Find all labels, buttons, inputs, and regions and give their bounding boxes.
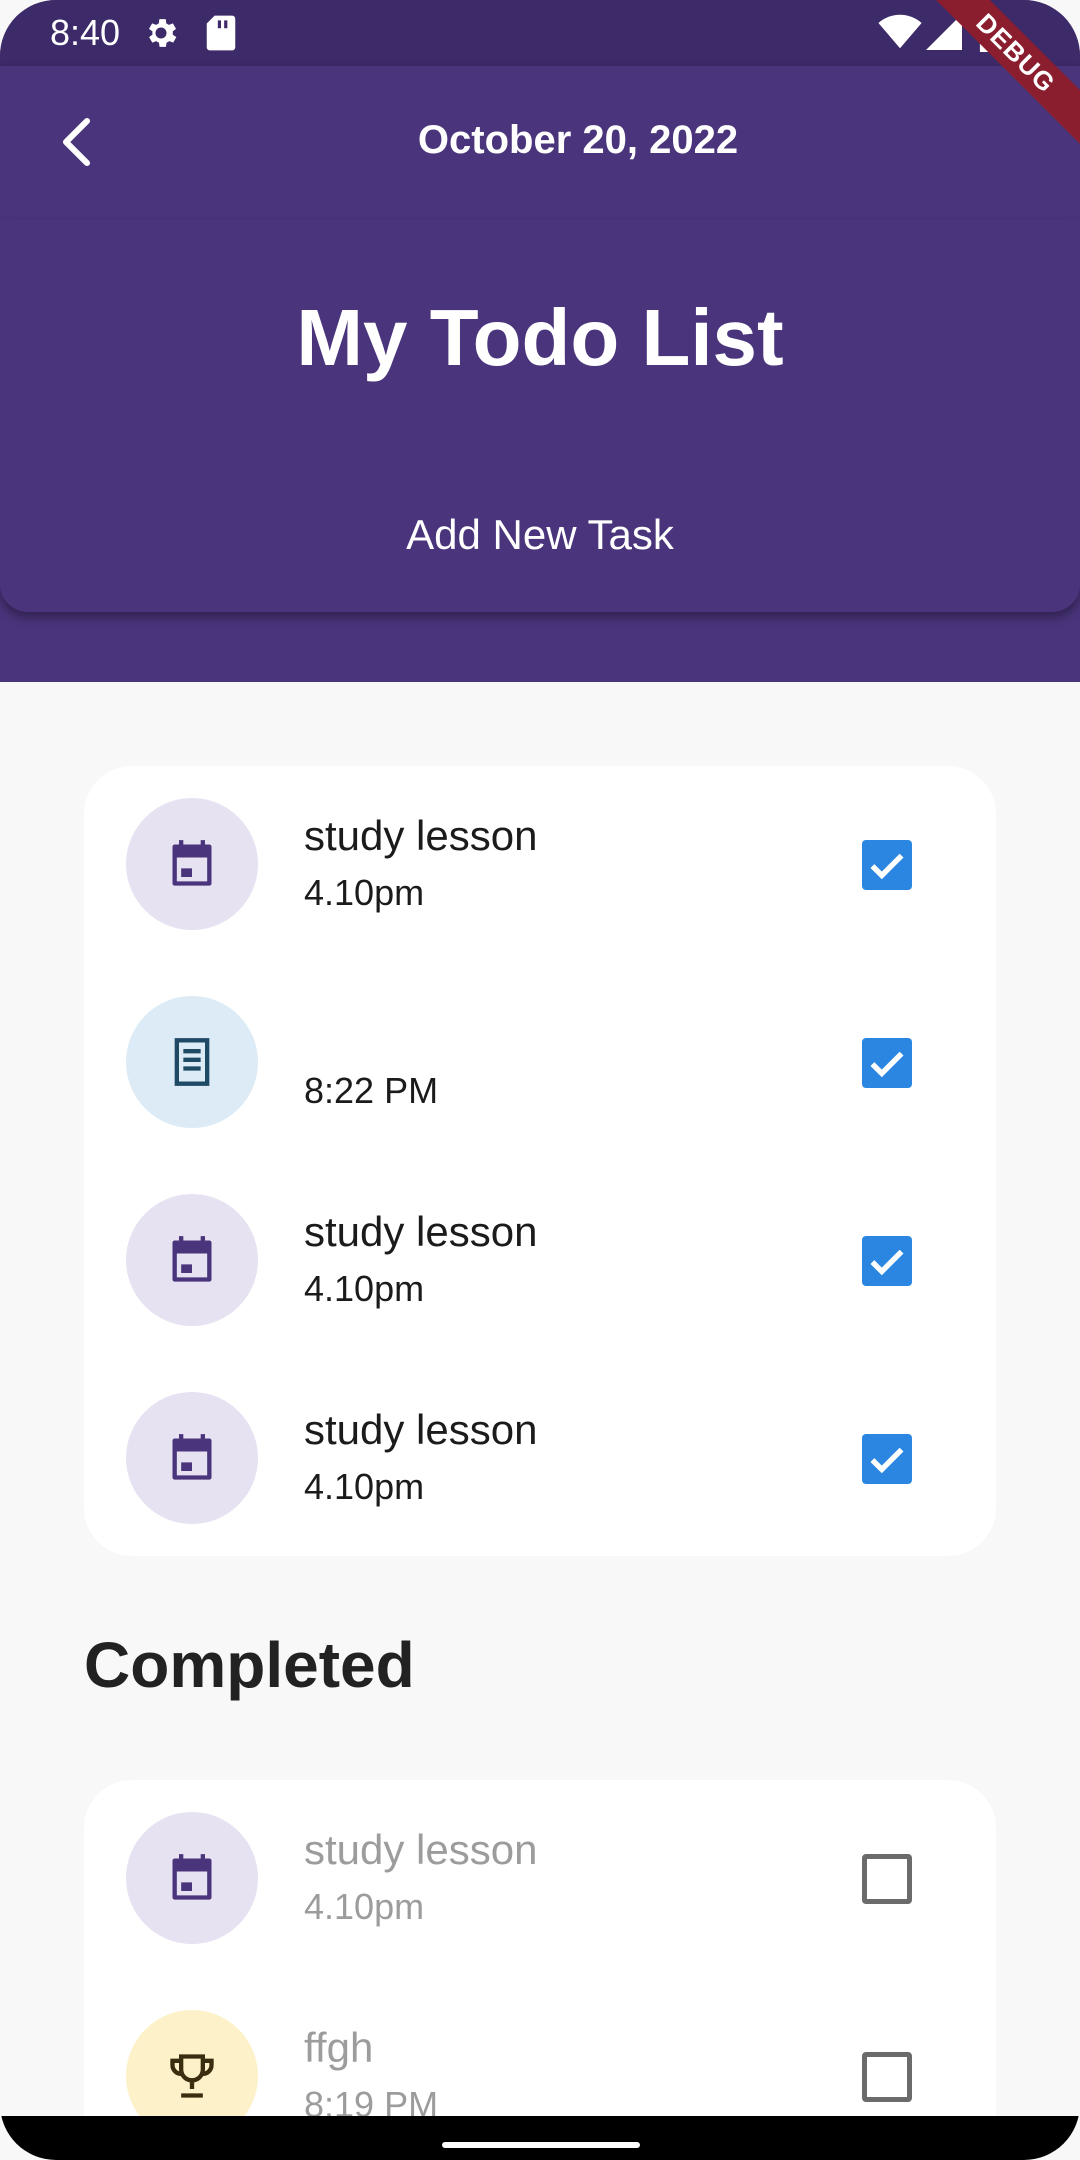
- calendar-icon: [172, 1236, 212, 1282]
- task-item[interactable]: study lesson 4.10pm: [84, 766, 996, 964]
- task-title: study lesson: [304, 1406, 538, 1453]
- checkmark-icon: [870, 853, 904, 880]
- task-checkbox[interactable]: [862, 1854, 912, 1904]
- task-item[interactable]: 8:22 PM: [84, 964, 996, 1162]
- task-title: study lesson: [304, 1208, 538, 1255]
- trophy-icon: [170, 2054, 214, 2098]
- task-category-avatar: [126, 1392, 258, 1524]
- task-category-avatar: [126, 1194, 258, 1326]
- calendar-icon: [172, 840, 212, 886]
- system-navigation-bar: [0, 2116, 1080, 2160]
- status-time: 8:40: [50, 12, 121, 53]
- task-checkbox[interactable]: [862, 2052, 912, 2102]
- app-bar: October 20, 2022: [0, 66, 1080, 220]
- selected-date[interactable]: October 20, 2022: [38, 118, 1080, 163]
- task-checkbox[interactable]: [862, 1434, 912, 1484]
- checkmark-icon: [870, 1447, 904, 1474]
- task-checkbox[interactable]: [862, 1038, 912, 1088]
- task-title: study lesson: [304, 812, 538, 859]
- sd-card-icon: [204, 14, 238, 57]
- task-list-card: study lesson 4.10pm 8:22 PM study lesson…: [84, 766, 996, 1556]
- checkmark-icon: [870, 1249, 904, 1276]
- completed-task-item[interactable]: study lesson 4.10pm: [84, 1780, 996, 1978]
- task-title: ffgh: [304, 2024, 374, 2071]
- wifi-icon: [878, 14, 922, 55]
- completed-list-card: study lesson 4.10pm ffgh 8:19 PM: [84, 1780, 996, 2160]
- task-category-avatar: [126, 996, 258, 1128]
- task-title: study lesson: [304, 1826, 538, 1873]
- completed-section-title: Completed: [84, 1629, 415, 1701]
- task-time: 4.10pm: [304, 1466, 425, 1507]
- task-item[interactable]: study lesson 4.10pm: [84, 1360, 996, 1558]
- status-bar: 8:40: [0, 0, 1080, 66]
- task-time: 4.10pm: [304, 1886, 425, 1927]
- task-checkbox[interactable]: [862, 1236, 912, 1286]
- notes-icon: [174, 1038, 210, 1086]
- page-title: My Todo List: [296, 293, 784, 382]
- header-card: My Todo List Add New Task: [0, 220, 1080, 612]
- task-time: 4.10pm: [304, 872, 425, 913]
- home-gesture-handle[interactable]: [442, 2142, 640, 2148]
- task-item[interactable]: study lesson 4.10pm: [84, 1162, 996, 1360]
- task-time: 4.10pm: [304, 1268, 425, 1309]
- settings-icon: [142, 14, 180, 57]
- task-checkbox[interactable]: [862, 840, 912, 890]
- app-screen: 8:40 October 20, 2022 DEBUG My Todo List…: [0, 0, 1080, 2160]
- add-new-task-button[interactable]: Add New Task: [340, 500, 740, 570]
- task-category-avatar: [126, 798, 258, 930]
- checkmark-icon: [870, 1051, 904, 1078]
- calendar-icon: [172, 1434, 212, 1480]
- task-time: 8:22 PM: [304, 1070, 439, 1111]
- calendar-icon: [172, 1854, 212, 1900]
- task-category-avatar: [126, 1812, 258, 1944]
